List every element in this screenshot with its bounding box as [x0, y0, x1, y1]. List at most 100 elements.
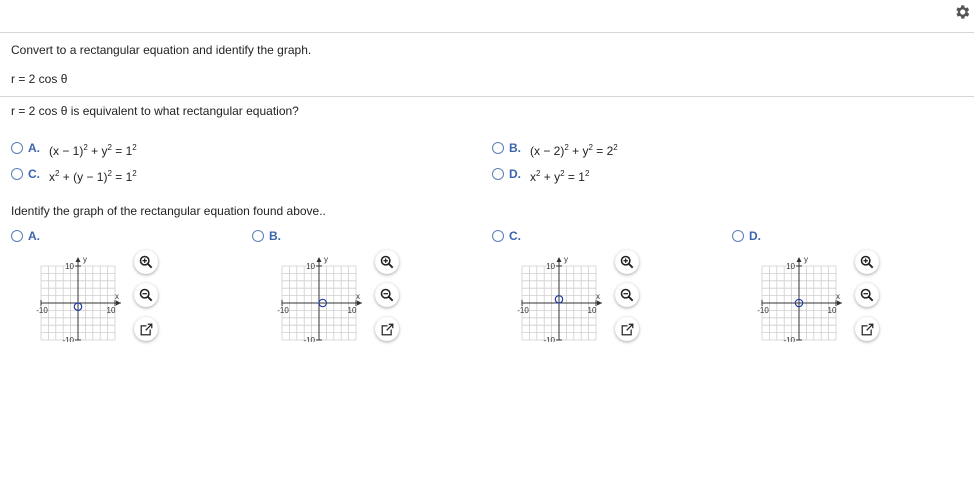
radio-button[interactable]	[11, 230, 23, 242]
zoom-in-button[interactable]	[134, 250, 158, 274]
part1-option-b[interactable]: B. (x − 2)2 + y2 = 22	[492, 141, 618, 159]
y-max-label: 10	[786, 262, 795, 271]
option-letter: D.	[509, 167, 521, 181]
option-letter: B.	[269, 229, 281, 243]
exponent: 2	[613, 143, 618, 152]
y-min-label: -10	[62, 336, 74, 342]
option-equation: x2 + (y − 1)2 = 12	[49, 169, 137, 185]
radio-button[interactable]	[732, 230, 744, 242]
graph-thumbnail: y x 10 -10 -10 10	[757, 255, 842, 342]
equation-term: = 2	[592, 144, 614, 158]
equation-term: (x − 2)	[530, 144, 565, 158]
expand-button[interactable]	[375, 317, 399, 341]
option-equation: (x − 1)2 + y2 = 12	[49, 143, 137, 159]
x-min-label: -10	[36, 306, 48, 315]
part2-option-b[interactable]: B.	[252, 229, 281, 243]
zoom-in-icon	[380, 255, 394, 269]
radio-button[interactable]	[252, 230, 264, 242]
radio-button[interactable]	[11, 168, 23, 180]
radio-button[interactable]	[492, 142, 504, 154]
option-equation: (x − 2)2 + y2 = 22	[530, 143, 618, 159]
graph-thumbnail: y x 10 -10 -10 10	[277, 255, 362, 342]
part1-option-c[interactable]: C. x2 + (y − 1)2 = 12	[11, 167, 137, 185]
y-axis-label: y	[804, 255, 808, 264]
graph-thumbnail: y x 10 -10 -10 10	[517, 255, 602, 342]
part2-option-d[interactable]: D.	[732, 229, 761, 243]
exponent: 2	[584, 169, 590, 178]
y-max-label: 10	[65, 262, 74, 271]
x-axis-arrow	[837, 300, 842, 306]
zoom-out-icon	[139, 288, 153, 302]
y-axis-label: y	[83, 255, 87, 264]
expand-button[interactable]	[615, 317, 639, 341]
radio-button[interactable]	[11, 142, 23, 154]
x-max-label: 10	[348, 306, 357, 315]
y-axis-arrow	[556, 257, 562, 262]
part2-question: Identify the graph of the rectangular eq…	[11, 204, 326, 218]
equation-term: = 1	[111, 144, 133, 158]
y-axis-arrow	[796, 257, 802, 262]
y-axis-arrow	[75, 257, 81, 262]
zoom-in-button[interactable]	[375, 250, 399, 274]
equation-term: + y	[540, 170, 561, 184]
equation-term: = 1	[564, 170, 585, 184]
option-letter: A.	[28, 141, 40, 155]
instruction-text: Convert to a rectangular equation and id…	[11, 43, 312, 57]
given-equation: r = 2 cos θ	[11, 72, 68, 86]
x-max-label: 10	[107, 306, 116, 315]
zoom-in-icon	[620, 255, 634, 269]
expand-button[interactable]	[855, 317, 879, 341]
equation-term: = 1	[111, 170, 133, 184]
equation-term: + y	[87, 144, 108, 158]
x-axis-label: x	[115, 292, 119, 301]
x-axis-arrow	[116, 300, 121, 306]
y-max-label: 10	[546, 262, 555, 271]
zoom-in-button[interactable]	[615, 250, 639, 274]
zoom-out-icon	[380, 288, 394, 302]
question-divider	[0, 96, 974, 97]
zoom-out-icon	[860, 288, 874, 302]
zoom-out-icon	[620, 288, 634, 302]
equation-term: + (y − 1)	[59, 170, 108, 184]
zoom-out-button[interactable]	[134, 283, 158, 307]
exponent: 2	[132, 169, 137, 178]
expand-button[interactable]	[134, 317, 158, 341]
exponent: 2	[132, 143, 137, 152]
x-axis-arrow	[597, 300, 602, 306]
top-divider	[0, 32, 974, 33]
expand-icon	[621, 322, 634, 336]
zoom-in-button[interactable]	[855, 250, 879, 274]
zoom-in-icon	[139, 255, 153, 269]
x-axis-label: x	[836, 292, 840, 301]
option-letter: D.	[749, 229, 761, 243]
expand-icon	[381, 322, 394, 336]
part1-option-a[interactable]: A. (x − 1)2 + y2 = 12	[11, 141, 137, 159]
zoom-in-icon	[860, 255, 874, 269]
radio-button[interactable]	[492, 230, 504, 242]
x-min-label: -10	[517, 306, 529, 315]
x-min-label: -10	[277, 306, 289, 315]
zoom-out-button[interactable]	[615, 283, 639, 307]
x-max-label: 10	[588, 306, 597, 315]
expand-icon	[140, 322, 153, 336]
y-max-label: 10	[306, 262, 315, 271]
part2-option-c[interactable]: C.	[492, 229, 521, 243]
y-axis-arrow	[316, 257, 322, 262]
equation-term: + y	[568, 144, 589, 158]
option-letter: B.	[509, 141, 521, 155]
equation-term: (x − 1)	[49, 144, 84, 158]
expand-icon	[861, 322, 874, 336]
y-min-label: -10	[783, 336, 795, 342]
part2-option-a[interactable]: A.	[11, 229, 40, 243]
zoom-out-button[interactable]	[855, 283, 879, 307]
gear-icon[interactable]	[953, 3, 971, 21]
y-axis-label: y	[564, 255, 568, 264]
x-axis-label: x	[596, 292, 600, 301]
part1-option-d[interactable]: D. x2 + y2 = 12	[492, 167, 590, 184]
option-letter: A.	[28, 229, 40, 243]
x-max-label: 10	[828, 306, 837, 315]
x-axis-label: x	[356, 292, 360, 301]
radio-button[interactable]	[492, 168, 504, 180]
zoom-out-button[interactable]	[375, 283, 399, 307]
graph-thumbnail: y x 10 -10 -10 10	[36, 255, 121, 342]
